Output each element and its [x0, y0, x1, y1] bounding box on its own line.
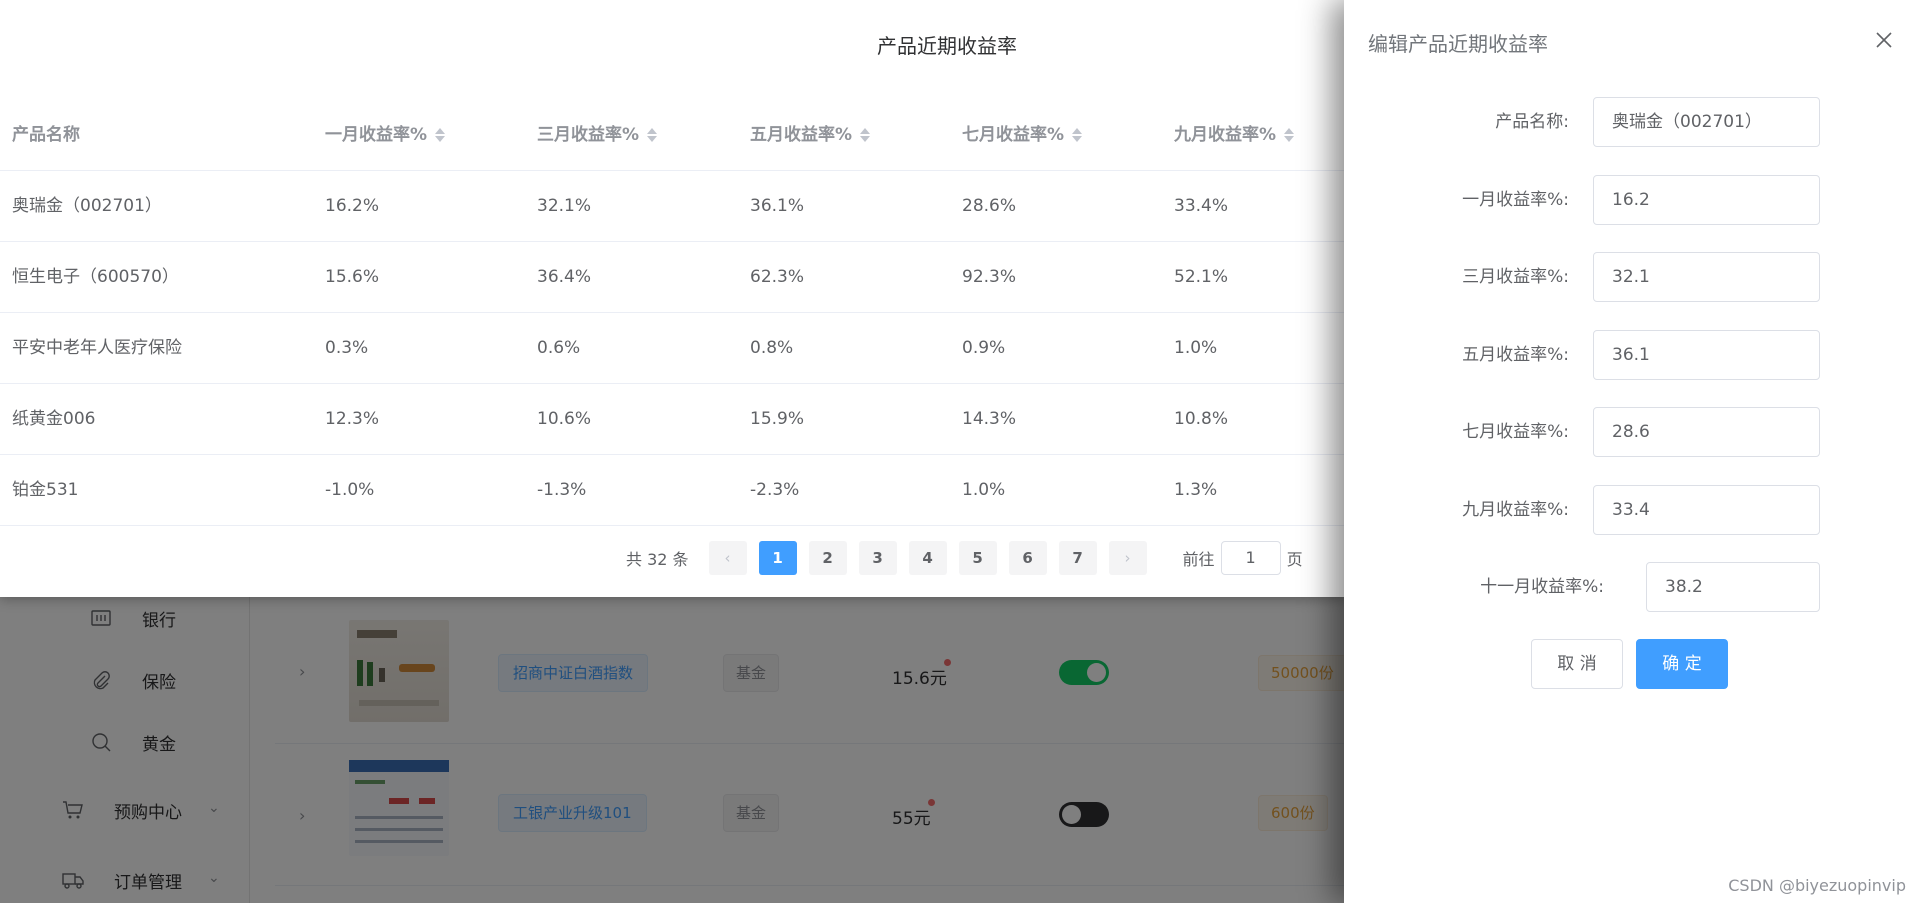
- page-4-button[interactable]: 4: [908, 541, 947, 575]
- edit-drawer: 编辑产品近期收益率 产品名称: 奥瑞金（002701） 一月收益率%: 16.2 三月收…: [1344, 0, 1920, 903]
- sort-icon[interactable]: [860, 127, 871, 143]
- form-input[interactable]: 32.1: [1593, 252, 1820, 302]
- page-3-button[interactable]: 3: [858, 541, 897, 575]
- return-rate-cell: 0.8%: [750, 338, 794, 358]
- column-header[interactable]: 五月收益率%: [750, 100, 871, 171]
- return-rate-cell: 28.6%: [962, 196, 1017, 216]
- watermark: CSDN @biyezuopinvip: [1728, 876, 1906, 895]
- table-row: 恒生电子（600570） 15.6% 36.4% 62.3% 92.3% 52.1%: [0, 242, 1346, 313]
- return-rate-cell: 1.0%: [1174, 338, 1218, 358]
- table-row: 铂金531 -1.0% -1.3% -2.3% 1.0% 1.3%: [0, 455, 1346, 526]
- product-name-cell: 恒生电子（600570）: [12, 267, 179, 287]
- column-header-label: 五月收益率%: [750, 125, 853, 145]
- table-header-row: 产品名称 一月收益率% 三月收益率% 五月收益率% 七月收益率% 九月收益率%: [0, 100, 1346, 171]
- close-icon[interactable]: [1874, 30, 1894, 50]
- form-input[interactable]: 33.4: [1593, 484, 1820, 535]
- return-rate-cell: 10.6%: [537, 409, 592, 429]
- form-label: 产品名称:: [1495, 112, 1569, 132]
- table-row: 平安中老年人医疗保险 0.3% 0.6% 0.8% 0.9% 1.0%: [0, 313, 1346, 384]
- page-2-button[interactable]: 2: [808, 541, 847, 575]
- confirm-button[interactable]: 确 定: [1636, 639, 1728, 689]
- sort-icon[interactable]: [435, 127, 446, 143]
- goto-suffix: 页: [1286, 550, 1303, 569]
- return-rate-cell: 1.0%: [962, 480, 1006, 500]
- return-rate-cell: -2.3%: [750, 480, 800, 500]
- page-5-button[interactable]: 5: [958, 541, 997, 575]
- return-rate-cell: 14.3%: [962, 409, 1017, 429]
- column-header-label: 七月收益率%: [962, 125, 1065, 145]
- return-rate-cell: 92.3%: [962, 267, 1017, 287]
- column-header[interactable]: 九月收益率%: [1174, 100, 1295, 171]
- product-name-cell: 纸黄金006: [12, 409, 96, 429]
- sort-icon[interactable]: [1284, 127, 1295, 143]
- table-row: 奥瑞金（002701） 16.2% 32.1% 36.1% 28.6% 33.4%: [0, 171, 1346, 242]
- return-rate-cell: 15.6%: [325, 267, 380, 287]
- form-row: 一月收益率%: 16.2: [1344, 174, 1920, 225]
- column-header-label: 九月收益率%: [1174, 125, 1277, 145]
- sort-icon[interactable]: [647, 127, 658, 143]
- form-input[interactable]: 38.2: [1646, 562, 1820, 612]
- pagination: 共 32 条 ‹ 1234567 › 前往 1 页: [626, 541, 1303, 575]
- page-numbers: 1234567: [758, 541, 1109, 575]
- page-7-button[interactable]: 7: [1058, 541, 1097, 575]
- return-rate-cell: 10.8%: [1174, 409, 1229, 429]
- return-rate-cell: 52.1%: [1174, 267, 1229, 287]
- column-header-label: 三月收益率%: [537, 125, 640, 145]
- return-rate-cell: 62.3%: [750, 267, 805, 287]
- return-rate-cell: 0.3%: [325, 338, 369, 358]
- product-name-cell: 平安中老年人医疗保险: [12, 338, 182, 358]
- return-rate-cell: 12.3%: [325, 409, 380, 429]
- return-rate-cell: 15.9%: [750, 409, 805, 429]
- form-label: 九月收益率%:: [1462, 499, 1569, 520]
- product-name-cell: 铂金531: [12, 480, 79, 500]
- form-label: 三月收益率%:: [1462, 267, 1569, 287]
- pagination-total: 共 32 条: [626, 550, 689, 569]
- form-row: 七月收益率%: 28.6: [1344, 407, 1920, 457]
- return-rate-cell: 36.4%: [537, 267, 592, 287]
- cancel-button[interactable]: 取 消: [1531, 639, 1623, 689]
- form-label: 十一月收益率%:: [1480, 577, 1604, 597]
- return-rate-cell: -1.0%: [325, 480, 375, 500]
- form-row: 三月收益率%: 32.1: [1344, 252, 1920, 302]
- form-input[interactable]: 奥瑞金（002701）: [1593, 97, 1820, 147]
- form-input[interactable]: 28.6: [1593, 407, 1820, 457]
- return-rate-cell: -1.3%: [537, 480, 587, 500]
- form-row: 十一月收益率%: 38.2: [1344, 562, 1920, 612]
- form-label: 五月收益率%:: [1462, 344, 1569, 365]
- form-row: 五月收益率%: 36.1: [1344, 329, 1920, 380]
- goto-page-input[interactable]: 1: [1220, 541, 1281, 575]
- form-input[interactable]: 16.2: [1593, 174, 1820, 225]
- page-6-button[interactable]: 6: [1008, 541, 1047, 575]
- prev-page-button[interactable]: ‹: [708, 541, 747, 575]
- column-header[interactable]: 七月收益率%: [962, 100, 1083, 171]
- next-page-button[interactable]: ›: [1108, 541, 1147, 575]
- goto-prefix: 前往: [1182, 550, 1215, 569]
- return-rate-cell: 32.1%: [537, 196, 592, 216]
- form-label: 一月收益率%:: [1462, 189, 1569, 210]
- column-header-label: 一月收益率%: [325, 125, 428, 145]
- sort-icon[interactable]: [1072, 127, 1083, 143]
- column-header[interactable]: 三月收益率%: [537, 100, 658, 171]
- column-header[interactable]: 一月收益率%: [325, 100, 446, 171]
- form-row: 九月收益率%: 33.4: [1344, 484, 1920, 535]
- column-header: 产品名称: [12, 125, 80, 145]
- form-input[interactable]: 36.1: [1593, 329, 1820, 380]
- form-label: 七月收益率%:: [1462, 422, 1569, 442]
- page-jumper: 前往 1 页: [1183, 541, 1303, 575]
- form-row: 产品名称: 奥瑞金（002701）: [1344, 97, 1920, 147]
- return-rate-cell: 0.9%: [962, 338, 1006, 358]
- return-rate-cell: 36.1%: [750, 196, 805, 216]
- returns-table-dialog: 产品近期收益率 产品名称 一月收益率% 三月收益率% 五月收益率% 七月收益率%…: [0, 0, 1346, 597]
- return-rate-cell: 0.6%: [537, 338, 581, 358]
- return-rate-cell: 33.4%: [1174, 196, 1229, 216]
- table-row: 纸黄金006 12.3% 10.6% 15.9% 14.3% 10.8%: [0, 384, 1346, 455]
- drawer-title: 编辑产品近期收益率: [1368, 32, 1548, 56]
- page-1-button[interactable]: 1: [758, 541, 797, 575]
- return-rate-cell: 1.3%: [1174, 480, 1218, 500]
- return-rate-cell: 16.2%: [325, 196, 380, 216]
- product-name-cell: 奥瑞金（002701）: [12, 196, 162, 216]
